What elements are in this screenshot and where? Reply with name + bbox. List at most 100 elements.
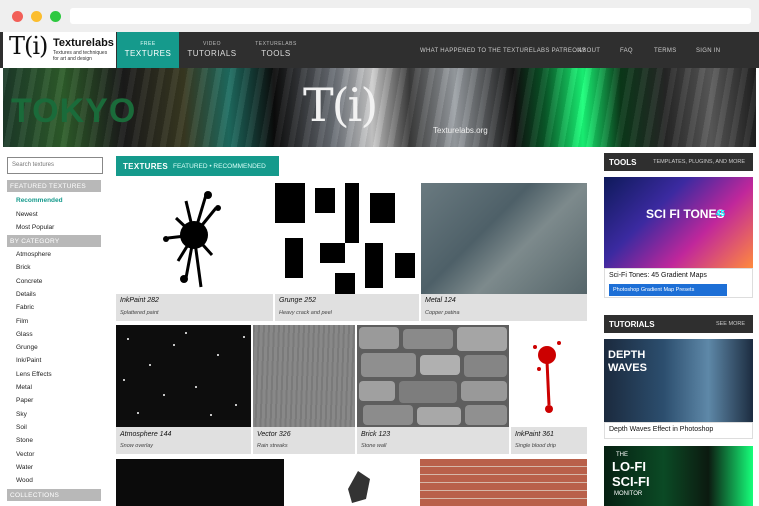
tutorial-caption: Depth Waves Effect in Photoshop	[609, 426, 714, 433]
texture-title: InkPaint 282	[120, 297, 159, 304]
texture-title: InkPaint 361	[515, 431, 554, 438]
sidebar-item-category[interactable]: Atmosphere	[16, 251, 51, 258]
tool-caption: Sci-Fi Tones: 45 Gradient Maps	[609, 272, 707, 279]
close-window-icon[interactable]	[12, 11, 23, 22]
texture-card-brick-123[interactable]: Brick 123 Stone wall	[357, 325, 509, 454]
tab-texturelabs-tools[interactable]: TEXTURELABS TOOLS	[245, 32, 307, 68]
tab-small-label: FREE	[140, 41, 156, 47]
texture-thumbnail	[357, 325, 509, 427]
address-bar[interactable]	[70, 8, 751, 24]
tool-caption-box[interactable]: Sci-Fi Tones: 45 Gradient Maps Photoshop…	[604, 268, 753, 298]
texture-title: Atmosphere 144	[120, 431, 172, 438]
texture-card-partial-3[interactable]	[420, 459, 587, 506]
site-logo[interactable]: T(i) Texturelabs Textures and techniques…	[3, 32, 116, 68]
hero-banner: TOKYO T(i) Texturelabs.org	[3, 68, 756, 147]
sidebar-item-category[interactable]: Sky	[16, 411, 27, 418]
tool-badge: Photoshop Gradient Map Presets	[609, 284, 727, 296]
sidebar-item-category[interactable]: Water	[16, 464, 33, 471]
sidebar-item-most-popular[interactable]: Most Popular	[16, 224, 54, 231]
tool-art-title: SCI FI TONES	[646, 207, 725, 221]
texture-card-partial-1[interactable]	[116, 459, 284, 506]
sidebar-item-category[interactable]: Glass	[16, 331, 33, 338]
texture-thumbnail	[116, 325, 251, 427]
nav-link-sign-in[interactable]: SIGN IN	[696, 48, 720, 54]
stone-wall-image	[359, 327, 507, 425]
texture-card-grunge-252[interactable]: Grunge 252 Heavy crack and peel	[275, 183, 419, 321]
banner-logo-mark: T(i)	[303, 78, 378, 132]
tab-big-label: TEXTURES	[124, 49, 172, 58]
texture-card-metal-124[interactable]: Metal 124 Copper patina	[421, 183, 587, 321]
sidebar-item-category[interactable]: Wood	[16, 477, 33, 484]
texture-title: Vector 326	[257, 431, 291, 438]
tutorials-see-more-link[interactable]: SEE MORE	[716, 321, 745, 327]
sidebar-item-category[interactable]: Grunge	[16, 344, 38, 351]
ink-splatter-image	[163, 191, 221, 288]
texture-thumbnail	[253, 325, 355, 427]
snow-overlay-image	[123, 332, 245, 416]
banner-site-url: Texturelabs.org	[433, 126, 488, 135]
tutorial-art-title: DEPTH WAVES	[608, 349, 647, 374]
sidebar-item-recommended[interactable]: Recommended	[16, 197, 63, 204]
nav-link-about[interactable]: ABOUT	[578, 48, 600, 54]
sidebar-item-category[interactable]: Metal	[16, 384, 32, 391]
texture-subtitle: Snow overlay	[120, 443, 154, 449]
by-category-header: BY CATEGORY	[7, 235, 101, 247]
tools-title: TOOLS	[609, 158, 637, 167]
tutorial-art-line-3: SCI-FI	[612, 474, 650, 489]
minimize-window-icon[interactable]	[31, 11, 42, 22]
texture-subtitle: Rain streaks	[257, 443, 288, 449]
texture-thumbnail	[511, 325, 587, 427]
blood-drip-image	[533, 341, 561, 413]
texture-card-vector-326[interactable]: Vector 326 Rain streaks	[253, 325, 355, 454]
tool-thumbnail-sci-fi-tones[interactable]: SCI FI TONES 45	[604, 177, 753, 268]
sidebar-item-category[interactable]: Concrete	[16, 278, 42, 285]
texture-thumbnail	[275, 183, 419, 294]
tab-small-label: VIDEO	[202, 41, 222, 47]
texture-thumbnail	[116, 183, 273, 294]
tab-big-label: TUTORIALS	[187, 49, 237, 58]
tutorial-art-line-4: MONITOR	[614, 491, 643, 497]
site-tagline: Textures and techniques for art and desi…	[53, 50, 108, 62]
tab-free-textures[interactable]: FREE TEXTURES	[117, 32, 179, 68]
texture-subtitle: Heavy crack and peel	[279, 310, 332, 316]
sidebar-item-category[interactable]: Lens Effects	[16, 371, 52, 378]
sidebar-item-category[interactable]: Ink/Paint	[16, 357, 41, 364]
sidebar-item-category[interactable]: Soil	[16, 424, 27, 431]
collections-header[interactable]: COLLECTIONS	[7, 489, 101, 501]
search-input[interactable]: Search textures	[7, 157, 103, 174]
texture-title: Metal 124	[425, 297, 456, 304]
banner-graffiti-text: TOKYO	[11, 92, 137, 130]
nav-link-terms[interactable]: TERMS	[654, 48, 677, 54]
sidebar-item-category[interactable]: Details	[16, 291, 36, 298]
texture-card-inkpaint-282[interactable]: InkPaint 282 Splattered paint	[116, 183, 273, 321]
texture-card-partial-2[interactable]	[286, 459, 418, 506]
browser-chrome	[0, 0, 759, 32]
logo-mark: T(i)	[9, 32, 48, 60]
texture-card-inkpaint-361[interactable]: InkPaint 361 Single blood drip	[511, 325, 587, 454]
sidebar-item-category[interactable]: Film	[16, 318, 28, 325]
maximize-window-icon[interactable]	[50, 11, 61, 22]
featured-textures-header: FEATURED TEXTURES	[7, 180, 101, 192]
sidebar-item-category[interactable]: Brick	[16, 264, 30, 271]
sidebar-item-category[interactable]: Paper	[16, 397, 33, 404]
sidebar-item-category[interactable]: Fabric	[16, 304, 34, 311]
texture-card-atmosphere-144[interactable]: Atmosphere 144 Snow overlay	[116, 325, 251, 454]
texture-title: Grunge 252	[279, 297, 316, 304]
nav-link-faq[interactable]: FAQ	[620, 48, 633, 54]
texture-subtitle: Stone wall	[361, 443, 387, 449]
texture-subtitle: Copper patina	[425, 310, 460, 316]
tutorial-caption-box[interactable]: Depth Waves Effect in Photoshop	[604, 422, 753, 439]
tutorial-thumbnail-depth-waves[interactable]: DEPTH WAVES	[604, 339, 753, 422]
tutorials-title: TUTORIALS	[609, 320, 655, 329]
tools-more-link[interactable]: TEMPLATES, PLUGINS, AND MORE	[653, 159, 745, 165]
tutorials-header: TUTORIALS SEE MORE	[604, 315, 753, 333]
sidebar-item-category[interactable]: Stone	[16, 437, 33, 444]
textures-subtitle: FEATURED • RECOMMENDED	[173, 163, 266, 170]
textures-section-header: TEXTURES FEATURED • RECOMMENDED	[116, 156, 279, 176]
sidebar-item-newest[interactable]: Newest	[16, 211, 38, 218]
sidebar-item-category[interactable]: Vector	[16, 451, 34, 458]
nav-link-patreon[interactable]: WHAT HAPPENED TO THE TEXTURELABS PATREON…	[420, 48, 585, 54]
tutorial-thumbnail-lofi-scifi[interactable]: THE LO-FI SCI-FI MONITOR	[604, 446, 753, 506]
tab-video-tutorials[interactable]: VIDEO TUTORIALS	[181, 32, 243, 68]
texture-subtitle: Single blood drip	[515, 443, 556, 449]
